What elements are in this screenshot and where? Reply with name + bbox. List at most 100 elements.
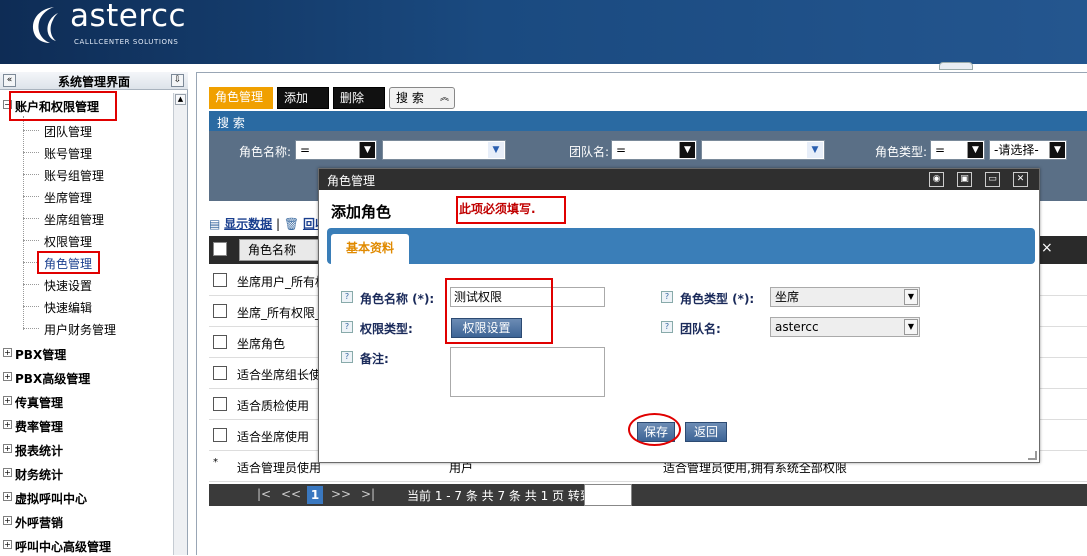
brand-slogan: CALLLCENTER SOLUTIONS (74, 38, 179, 46)
row-checkbox[interactable] (213, 304, 227, 318)
dialog-heading: 添加角色 (331, 203, 392, 221)
role-type-field[interactable]: 坐席 ▼ (770, 287, 920, 307)
expand-icon[interactable]: + (3, 420, 12, 429)
last-page-button[interactable]: >| (361, 487, 375, 501)
sidebar-scrollbar[interactable]: ▲ (173, 93, 187, 555)
chevron-down-icon: ▼ (679, 142, 695, 158)
note-label: 备注: (360, 352, 389, 366)
pager: |< << 1 >> >| 当前 1 - 7 条 共 7 条 共 1 页 转到 (209, 484, 1087, 506)
dialog-titlebar[interactable]: 角色管理 ◉ ▣ ▭ ✕ (319, 169, 1039, 190)
menu-group-rate[interactable]: + 费率管理 (0, 414, 172, 436)
close-icon[interactable]: ✕ (1013, 172, 1028, 187)
add-button[interactable]: 添加 (277, 87, 329, 109)
select-all-checkbox[interactable] (213, 242, 227, 256)
new-row-marker: * (213, 457, 218, 468)
row-checkbox[interactable] (213, 335, 227, 349)
team-field[interactable]: astercc ▼ (770, 317, 920, 337)
expand-icon[interactable]: + (3, 492, 12, 501)
sidebar-pin-icon[interactable]: ⇩ (171, 74, 184, 87)
menu-group-outbound[interactable]: + 外呼营销 (0, 510, 172, 532)
settings-icon[interactable]: ◉ (929, 172, 944, 187)
menu-group-fax[interactable]: + 传真管理 (0, 390, 172, 412)
expand-icon[interactable]: + (3, 516, 12, 525)
scroll-up-icon[interactable]: ▲ (175, 94, 186, 105)
tab-role-management[interactable]: 角色管理 (209, 87, 273, 109)
chevron-down-icon: ▼ (488, 142, 504, 158)
tab-basic-info[interactable]: 基本资料 (331, 234, 409, 264)
annotation-box-role (37, 251, 100, 274)
role-type-select[interactable]: -请选择- ▼ (989, 140, 1067, 160)
sidebar: « 系统管理界面 ⇩ ▲ − 账户和权限管理 团队管理 账号管理 账号组管理 坐席… (0, 72, 188, 555)
pager-info: 当前 1 - 7 条 共 7 条 共 1 页 转到 (407, 489, 592, 503)
chevron-down-icon: ▼ (904, 319, 918, 335)
help-icon: ? (661, 291, 673, 303)
chevron-up-icon: ︽ (439, 93, 449, 103)
delete-button[interactable]: 删除 (333, 87, 385, 109)
row-checkbox[interactable] (213, 397, 227, 411)
menu-group-virtual-cc[interactable]: + 虚拟呼叫中心 (0, 486, 172, 508)
sidebar-title: 系统管理界面 (57, 75, 130, 89)
sidebar-header: « 系统管理界面 ⇩ (0, 72, 188, 90)
expand-icon[interactable]: + (3, 540, 12, 549)
add-role-dialog: 角色管理 ◉ ▣ ▭ ✕ 添加角色 此项必须填写. 基本资料 ? 角色名称 (*… (318, 168, 1040, 463)
maximize-icon[interactable]: ▣ (957, 172, 972, 187)
first-page-button[interactable]: |< (257, 487, 271, 501)
chevron-down-icon: ▼ (1049, 142, 1065, 158)
team-label: 团队名: (569, 145, 610, 159)
app-header: astercc CALLLCENTER SOLUTIONS (0, 0, 1087, 70)
row-checkbox[interactable] (213, 273, 227, 287)
next-page-button[interactable]: >> (331, 487, 351, 501)
role-name-op-select[interactable]: = ▼ (295, 140, 377, 160)
chevron-down-icon: ▼ (807, 142, 823, 158)
annotation-box-role-name (445, 278, 553, 344)
annotation-box-required (456, 196, 566, 224)
resize-handle-icon[interactable] (1028, 451, 1037, 460)
menu-group-report[interactable]: + 报表统计 (0, 438, 172, 460)
menu-group-pbx-advanced[interactable]: + PBX高级管理 (0, 366, 172, 388)
menu-group-pbx[interactable]: + PBX管理 (0, 342, 172, 364)
grid-links: ▤ 显示数据 | 🗑 回收 (209, 217, 327, 231)
close-icon[interactable]: × (1041, 240, 1053, 256)
role-type-op-select[interactable]: = ▼ (930, 140, 985, 160)
brand-name: astercc (70, 0, 187, 34)
team-field-label: 团队名: (680, 322, 721, 336)
chevron-down-icon: ▼ (904, 289, 918, 305)
back-button[interactable]: 返回 (685, 422, 727, 442)
chevron-down-icon: ▼ (359, 142, 375, 158)
menu-group-finance[interactable]: + 财务统计 (0, 462, 172, 484)
search-toggle-button[interactable]: 搜 索 ︽ (389, 87, 455, 109)
perm-type-label: 权限类型: (360, 322, 413, 336)
note-textarea[interactable] (450, 347, 605, 397)
role-name-input[interactable]: ▼ (382, 140, 506, 160)
minimize-icon[interactable]: ▭ (985, 172, 1000, 187)
expand-icon[interactable]: + (3, 444, 12, 453)
expand-icon[interactable]: + (3, 348, 12, 357)
annotation-box-account-group (9, 91, 117, 121)
current-page[interactable]: 1 (307, 486, 323, 504)
prev-page-button[interactable]: << (281, 487, 301, 501)
dialog-tabs: 基本资料 (327, 228, 1035, 264)
row-checkbox[interactable] (213, 366, 227, 380)
astercc-logo-icon (32, 7, 58, 43)
role-type-label: 角色类型: (875, 145, 928, 159)
annotation-circle-save (628, 413, 681, 446)
help-icon: ? (341, 291, 353, 303)
goto-page-input[interactable] (584, 484, 632, 506)
dialog-title: 角色管理 (327, 174, 376, 188)
team-input[interactable]: ▼ (701, 140, 825, 160)
role-type-field-label: 角色类型 (*): (680, 292, 755, 306)
team-op-select[interactable]: = ▼ (611, 140, 697, 160)
expand-icon[interactable]: + (3, 468, 12, 477)
show-data-link[interactable]: 显示数据 (224, 217, 272, 231)
search-bar-title: 搜 索 (217, 116, 245, 130)
help-icon: ? (661, 321, 673, 333)
document-icon: ▤ (209, 217, 221, 231)
chevron-down-icon: ▼ (967, 142, 983, 158)
help-icon: ? (341, 351, 353, 363)
header-collapse-handle[interactable] (939, 62, 973, 70)
expand-icon[interactable]: + (3, 372, 12, 381)
row-checkbox[interactable] (213, 428, 227, 442)
expand-icon[interactable]: + (3, 396, 12, 405)
role-name-label: 角色名称: (239, 145, 292, 159)
menu-group-cc-advanced[interactable]: + 呼叫中心高级管理 (0, 534, 172, 556)
